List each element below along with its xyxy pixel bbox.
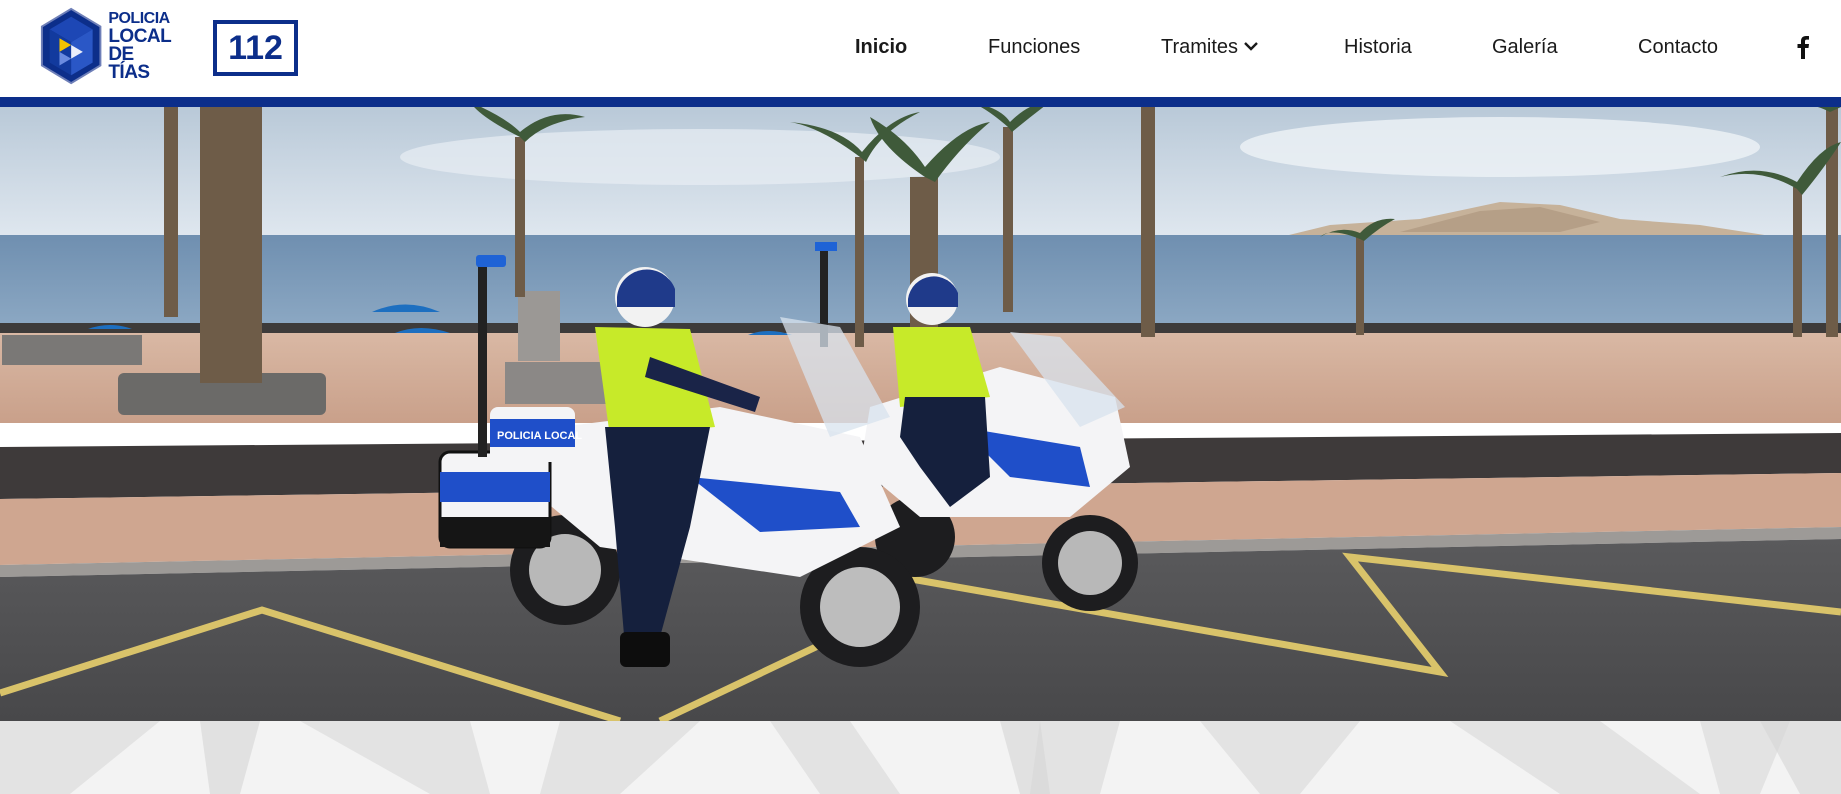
nav-item-inicio[interactable]: Inicio bbox=[855, 36, 907, 59]
hero-photo: POLICIA LOCAL bbox=[0, 107, 1841, 721]
nav-item-tramites-label: Tramites bbox=[1161, 36, 1239, 58]
decorative-pattern-strip bbox=[0, 721, 1841, 794]
nav-item-funciones[interactable]: Funciones bbox=[988, 36, 1080, 59]
header-accent-bar bbox=[0, 97, 1841, 107]
chevron-down-icon bbox=[1244, 42, 1258, 51]
site-header: POLICIA LOCAL DE TÍAS 112 Inicio Funcion… bbox=[0, 0, 1841, 97]
motorcycle-label: POLICIA LOCAL bbox=[497, 430, 582, 442]
nav-item-historia[interactable]: Historia bbox=[1344, 36, 1412, 59]
main-nav: Inicio Funciones Tramites Historia Galer… bbox=[0, 0, 1841, 97]
facebook-icon[interactable] bbox=[1796, 35, 1810, 59]
nav-item-contacto[interactable]: Contacto bbox=[1638, 36, 1718, 59]
nav-item-galeria[interactable]: Galería bbox=[1492, 36, 1558, 59]
geometric-background bbox=[0, 721, 1841, 794]
hero-banner: POLICIA LOCAL bbox=[0, 107, 1841, 721]
nav-item-tramites[interactable]: Tramites bbox=[1161, 36, 1260, 59]
